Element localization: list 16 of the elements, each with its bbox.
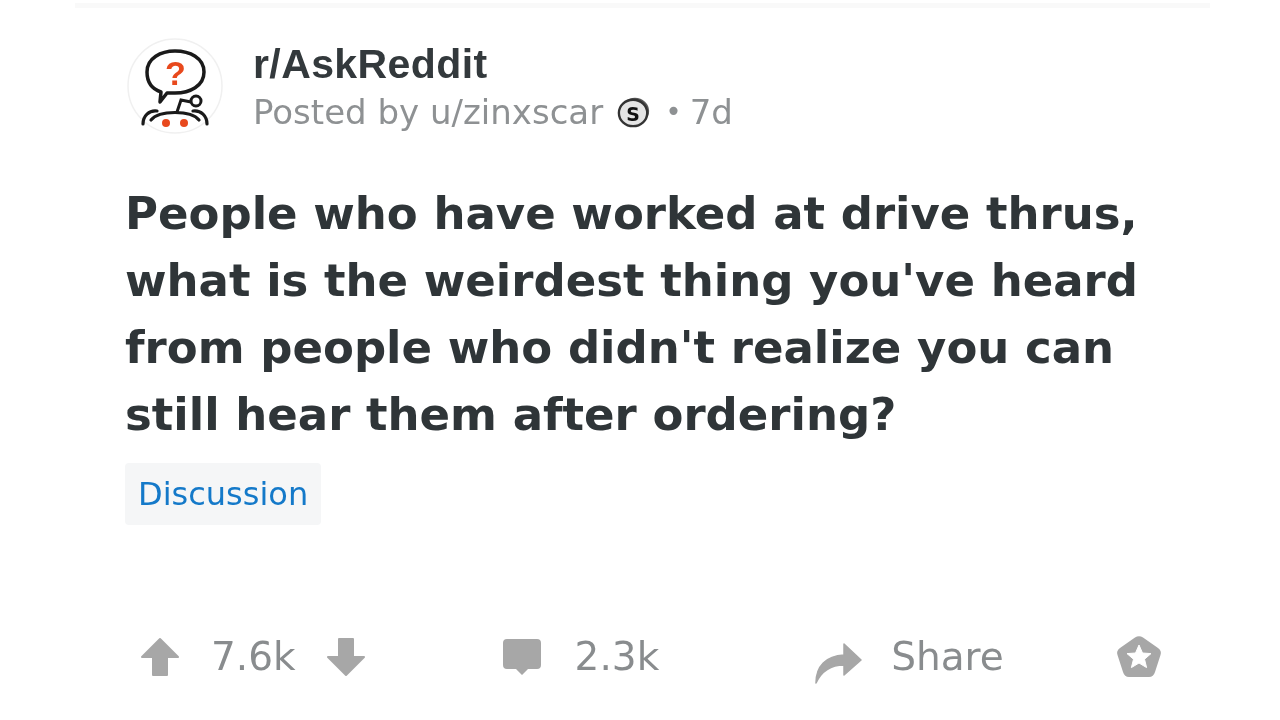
coin-badge-icon: S — [617, 95, 652, 129]
comment-bubble-icon — [500, 637, 543, 677]
share-arrow-icon — [814, 640, 863, 684]
separator-dot: • — [665, 94, 682, 130]
flair-tag[interactable]: Discussion — [125, 463, 322, 525]
downvote-arrow-icon[interactable] — [325, 637, 366, 677]
star-award-icon[interactable] — [1115, 635, 1162, 679]
upvote-arrow-icon[interactable] — [140, 637, 180, 677]
post-title[interactable]: People who have worked at drive thrus, what is the weirdest thing you've heard from people who didn't realize you can still hear them after ordering? — [125, 180, 1215, 448]
comments-button[interactable]: 2.3k — [500, 632, 660, 682]
post-age: 7d — [689, 91, 733, 134]
posted-by-text[interactable]: Posted by u/zinxscar — [253, 90, 604, 134]
vote-score: 7.6k — [211, 633, 296, 681]
subreddit-name[interactable]: r/AskReddit — [253, 38, 733, 90]
share-button[interactable]: Share — [814, 630, 1004, 684]
subreddit-avatar-icon: ? — [127, 38, 223, 134]
